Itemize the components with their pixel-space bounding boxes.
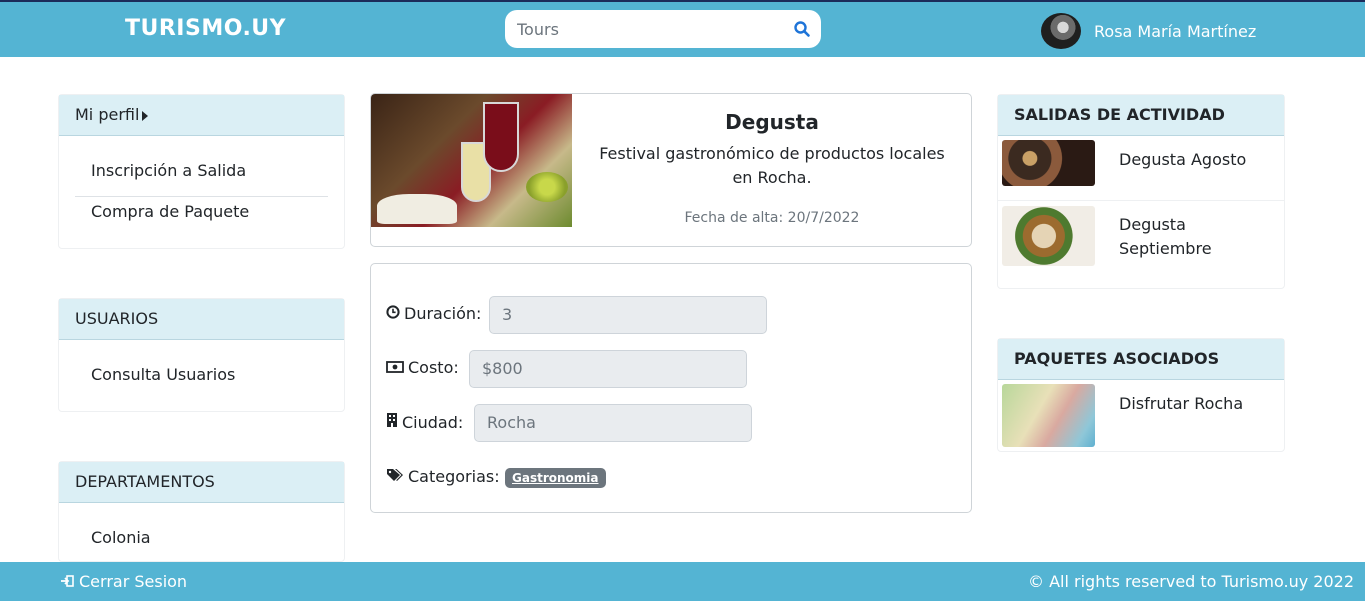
cost-label-row: Costo: [386,358,459,377]
activity-image [371,94,572,227]
outing-thumbnail [1002,140,1095,186]
logout-link[interactable]: Cerrar Sesion [60,572,187,591]
user-name[interactable]: Rosa María Martínez [1094,22,1256,41]
departments-card: DEPARTAMENTOS Colonia [58,461,345,564]
activity-card: Degusta Festival gastronómico de product… [370,93,972,247]
city-label-row: Ciudad: [386,412,463,432]
profile-card: Mi perfil Inscripción a Salida Compra de… [58,94,345,249]
duration-label: Duración: [404,304,482,323]
outing-thumbnail [1002,206,1095,266]
outing-name[interactable]: Degusta Agosto [1119,148,1269,172]
avatar[interactable] [1041,13,1081,49]
activity-title: Degusta [725,110,819,134]
category-badge[interactable]: Gastronomia [505,468,606,488]
tags-icon [386,467,404,486]
outing-item[interactable]: Degusta Septiembre [998,201,1284,288]
categories-label-row: Categorias: [386,467,500,486]
profile-title: Mi perfil [75,105,140,124]
search-box [505,10,821,48]
search-icon[interactable] [793,20,811,38]
users-card-header: USUARIOS [59,299,344,340]
cost-field[interactable]: $800 [469,350,747,388]
clock-icon [386,304,400,323]
activity-details-card: Duración: 3 Costo: $800 Ciudad: Rocha Ca… [370,263,972,513]
caret-right-icon [142,110,149,121]
categories-label: Categorias: [408,467,500,486]
menu-item-compra-paquete[interactable]: Compra de Paquete [75,197,328,238]
footer: Cerrar Sesion © All rights reserved to T… [0,562,1365,601]
copyright-text: © All rights reserved to Turismo.uy 2022 [1028,572,1354,591]
outing-name[interactable]: Degusta Septiembre [1119,213,1269,261]
menu-item-colonia[interactable]: Colonia [75,523,328,564]
packages-card: PAQUETES ASOCIADOS Disfrutar Rocha [997,338,1285,452]
brand-logo[interactable]: TURISMO.UY [125,16,286,41]
duration-label-row: Duración: [386,304,481,323]
menu-item-inscripcion-salida[interactable]: Inscripción a Salida [75,156,328,197]
outings-card: SALIDAS DE ACTIVIDAD Degusta Agosto Degu… [997,94,1285,289]
cost-label: Costo: [408,358,459,377]
user-menu[interactable]: Rosa María Martínez [1041,13,1256,49]
duration-field[interactable]: 3 [489,296,767,334]
sign-out-icon [60,572,74,591]
departments-card-header: DEPARTAMENTOS [59,462,344,503]
city-label: Ciudad: [402,412,464,432]
top-navbar: TURISMO.UY Rosa María Martínez [0,0,1365,57]
outings-card-header: SALIDAS DE ACTIVIDAD [998,95,1284,136]
activity-date: Fecha de alta: 20/7/2022 [684,210,860,226]
menu-item-consulta-usuarios[interactable]: Consulta Usuarios [75,360,328,401]
package-name[interactable]: Disfrutar Rocha [1119,392,1269,416]
package-item[interactable]: Disfrutar Rocha [998,380,1284,452]
packages-card-header: PAQUETES ASOCIADOS [998,339,1284,380]
money-icon [386,358,404,377]
logout-label[interactable]: Cerrar Sesion [79,572,187,591]
search-input[interactable] [505,10,775,48]
users-card: USUARIOS Consulta Usuarios [58,298,345,412]
building-icon [386,412,398,432]
package-thumbnail [1002,384,1095,447]
activity-description: Festival gastronómico de productos local… [599,144,945,187]
city-field[interactable]: Rocha [474,404,752,442]
profile-card-header[interactable]: Mi perfil [59,95,344,136]
outing-item[interactable]: Degusta Agosto [998,136,1284,201]
